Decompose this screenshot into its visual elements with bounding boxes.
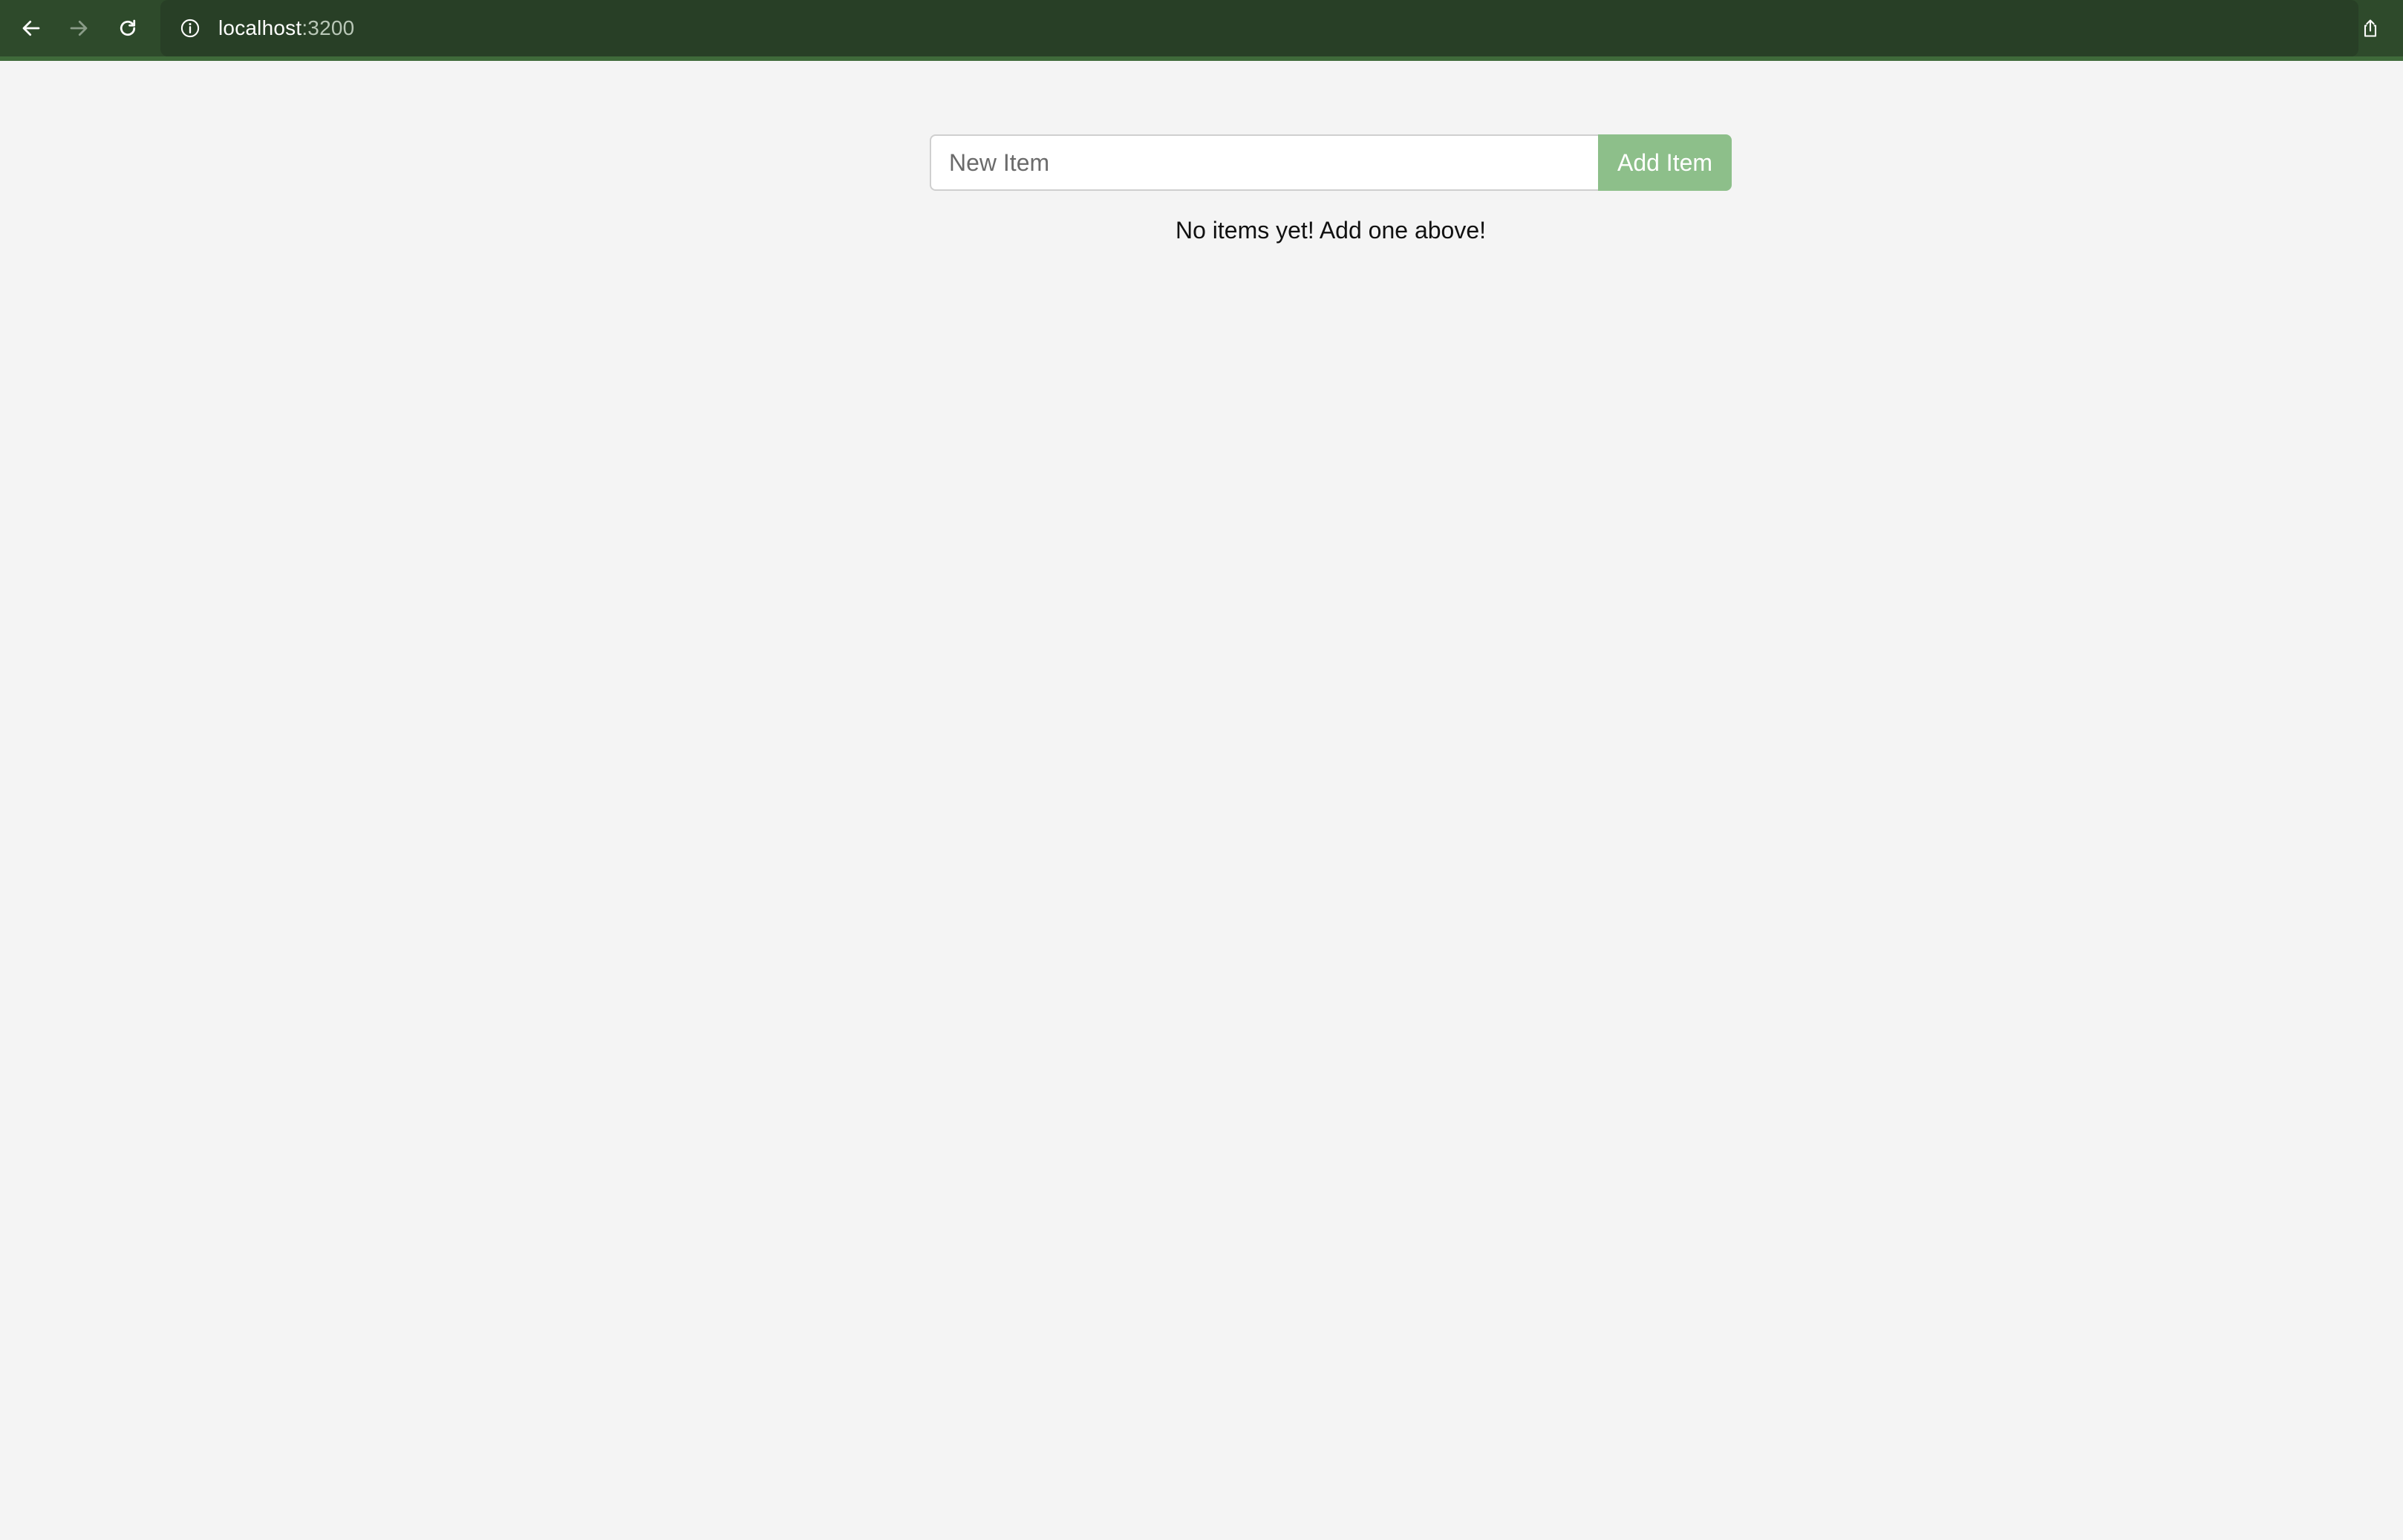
reload-button[interactable] <box>107 7 149 49</box>
url-text: localhost:3200 <box>218 16 354 40</box>
info-icon[interactable] <box>175 13 205 43</box>
url-port: :3200 <box>301 16 355 39</box>
browser-toolbar: localhost:3200 <box>0 0 2403 61</box>
reload-icon <box>120 19 136 36</box>
empty-list-message: No items yet! Add one above! <box>1175 217 1487 244</box>
back-button[interactable] <box>10 7 52 49</box>
add-item-button[interactable]: Add Item <box>1598 134 1732 191</box>
page-content: Add Item No items yet! Add one above! <box>0 61 2403 1540</box>
arrow-left-icon <box>22 20 40 36</box>
arrow-right-icon <box>70 20 88 36</box>
add-item-form: Add Item <box>930 134 1732 191</box>
address-bar[interactable]: localhost:3200 <box>160 0 2358 56</box>
url-host: localhost <box>218 16 302 39</box>
share-button[interactable] <box>2350 7 2391 49</box>
share-icon <box>2364 19 2377 37</box>
new-item-input[interactable] <box>930 134 1598 191</box>
forward-button[interactable] <box>58 7 100 49</box>
